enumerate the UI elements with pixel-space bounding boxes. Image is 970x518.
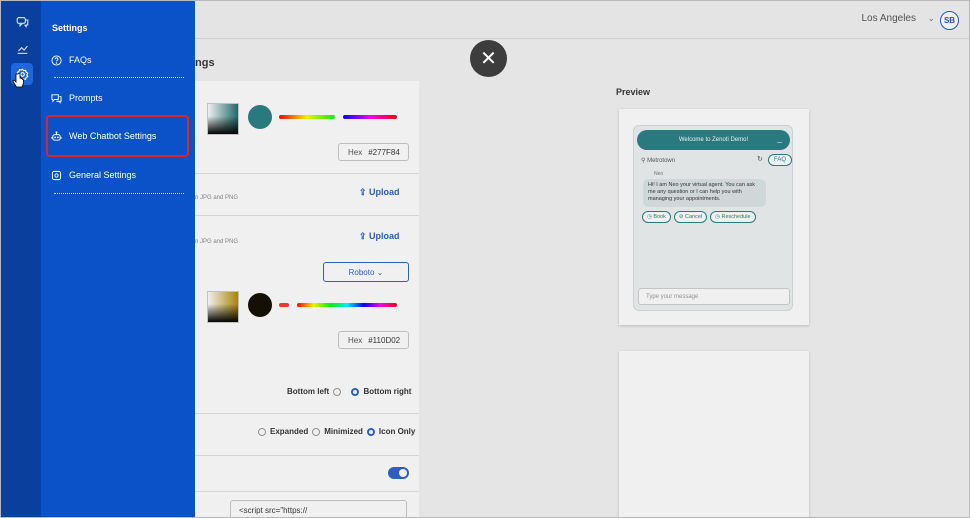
question-icon [51, 54, 62, 66]
app-window: Los Angeles ⌄ SB ngs Hex #277F84 ⇪ Uploa… [0, 0, 970, 518]
menu-divider [54, 193, 184, 194]
highlight-box [46, 115, 189, 157]
close-button[interactable]: ✕ [470, 40, 507, 77]
hand-cursor-icon [12, 73, 24, 88]
analytics-icon[interactable] [11, 37, 33, 59]
nav-rail [1, 1, 41, 517]
chat-bubbles-icon [51, 93, 62, 104]
chat-icon[interactable] [11, 11, 33, 33]
close-icon: ✕ [480, 47, 497, 70]
menu-item-prompts[interactable]: Prompts [51, 88, 187, 108]
menu-item-faqs[interactable]: FAQs [51, 50, 187, 70]
settings-flyout-menu: Settings FAQs Prompts Web Chatbot Settin… [41, 1, 195, 517]
menu-divider [54, 77, 184, 78]
menu-item-general-settings[interactable]: General Settings [51, 165, 187, 185]
flyout-title: Settings [52, 23, 88, 33]
settings-icon [51, 170, 62, 180]
